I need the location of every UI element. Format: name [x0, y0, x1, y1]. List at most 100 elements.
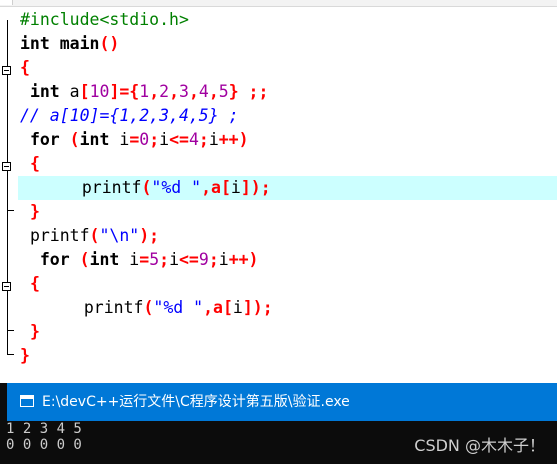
code-token: i — [230, 178, 241, 197]
code-token: a — [59, 82, 80, 101]
code-token: 3 — [179, 82, 189, 101]
code-line-9[interactable]: } — [20, 200, 40, 224]
code-token: int — [89, 250, 120, 269]
code-token: = — [139, 250, 150, 269]
code-line-3[interactable]: { — [20, 56, 30, 80]
code-token: i — [208, 130, 219, 149]
watermark: CSDN @木木子！ — [414, 436, 545, 455]
code-token: #include<stdio.h> — [20, 10, 189, 29]
code-token: ); — [139, 226, 160, 245]
code-token: () — [99, 34, 120, 53]
code-token: int — [79, 130, 110, 149]
code-token: ( — [89, 226, 100, 245]
code-token: ( — [143, 298, 154, 317]
code-editor[interactable]: #include<stdio.h> int main() { int a[10]… — [0, 0, 557, 383]
code-token: } — [20, 346, 30, 365]
code-token: ( — [141, 178, 152, 197]
code-token: printf — [83, 298, 144, 317]
console-output: 1 2 3 4 5 0 0 0 0 0 — [6, 421, 82, 453]
code-token: 4 — [198, 82, 209, 101]
code-token: , — [169, 82, 179, 101]
code-token: for — [39, 250, 70, 269]
code-line-7[interactable]: { — [20, 152, 40, 176]
code-token: ]); — [240, 178, 271, 197]
code-line-13[interactable]: printf("%d ",a[i]); — [20, 296, 273, 320]
code-token: ] — [109, 82, 120, 101]
code-token: i — [119, 250, 140, 269]
fold-gutter — [0, 6, 14, 383]
code-line-2[interactable]: int main() — [20, 32, 119, 56]
code-token: i — [169, 250, 179, 269]
code-token: { — [29, 154, 40, 173]
code-token: ; — [149, 130, 160, 149]
code-token: ; — [198, 130, 209, 149]
code-line-4[interactable]: int a[10]={1,2,3,4,5} ;; — [20, 80, 269, 104]
code-token: 4 — [188, 130, 199, 149]
code-token: ( — [69, 250, 90, 269]
code-token: i — [218, 250, 229, 269]
code-token: 5 — [218, 82, 229, 101]
console-output-line-1: 1 2 3 4 5 — [6, 421, 82, 437]
console-window[interactable]: E:\devC++运行文件\C程序设计第五版\验证.exe 1 2 3 4 5 … — [0, 383, 557, 464]
code-token: } ;; — [228, 82, 269, 101]
fold-end-tick — [7, 210, 14, 211]
code-token: [ — [222, 298, 233, 317]
code-token: "%d " — [151, 178, 202, 197]
console-title-text: E:\devC++运行文件\C程序设计第五版\验证.exe — [42, 394, 350, 410]
code-token: 1 — [139, 82, 150, 101]
code-token: <= — [169, 130, 189, 149]
code-token: int — [20, 34, 50, 53]
code-token: "%d " — [153, 298, 204, 317]
code-line-14[interactable]: } — [20, 320, 40, 344]
code-token: ]); — [242, 298, 273, 317]
code-comment: // a[10]={1,2,3,4,5} ; — [20, 106, 239, 125]
code-token: 10 — [89, 82, 110, 101]
console-window-icon — [20, 395, 34, 407]
code-line-10[interactable]: printf("\n"); — [20, 224, 159, 248]
code-token: } — [29, 322, 40, 341]
code-token: int — [29, 82, 60, 101]
code-token: [ — [220, 178, 231, 197]
code-token: ( — [59, 130, 80, 149]
code-token: main — [49, 34, 100, 53]
fold-end-tick — [7, 330, 14, 331]
code-token: ={ — [119, 82, 140, 101]
code-token: for — [29, 130, 60, 149]
code-line-5[interactable]: // a[10]={1,2,3,4,5} ; — [20, 104, 239, 128]
code-token: [ — [79, 82, 90, 101]
fold-end-tick — [7, 354, 14, 355]
code-token: ; — [159, 250, 170, 269]
console-output-line-2: 0 0 0 0 0 — [6, 437, 82, 453]
code-token: 9 — [198, 250, 209, 269]
code-token: 5 — [149, 250, 160, 269]
code-token: i — [159, 130, 170, 149]
code-token: ++) — [218, 130, 249, 149]
code-token: printf — [29, 226, 90, 245]
code-line-6[interactable]: for (int i=0;i<=4;i++) — [20, 128, 249, 152]
code-token: } — [29, 202, 40, 221]
code-token: i — [232, 298, 243, 317]
code-token: i — [109, 130, 130, 149]
code-token: "\n" — [99, 226, 140, 245]
code-token: ++) — [228, 250, 259, 269]
code-line-11[interactable]: for (int i=5;i<=9;i++) — [20, 248, 259, 272]
console-title-bar[interactable]: E:\devC++运行文件\C程序设计第五版\验证.exe — [7, 383, 557, 421]
code-line-1[interactable]: #include<stdio.h> — [20, 8, 189, 32]
editor-tab[interactable] — [0, 0, 13, 5]
code-token: <= — [179, 250, 199, 269]
editor-tab-strip — [0, 0, 557, 7]
code-token: ,a — [203, 298, 223, 317]
code-token: ,a — [201, 178, 221, 197]
fold-collapse-for2-icon[interactable] — [2, 282, 11, 291]
code-line-15[interactable]: } — [20, 344, 30, 368]
code-token: = — [129, 130, 140, 149]
code-line-12[interactable]: { — [20, 272, 40, 296]
code-line-8-current[interactable]: printf("%d ",a[i]); — [18, 176, 557, 200]
code-token: ; — [208, 250, 219, 269]
fold-collapse-main-icon[interactable] — [2, 66, 11, 75]
code-token: { — [29, 274, 40, 293]
code-token: , — [188, 82, 199, 101]
fold-collapse-for1-icon[interactable] — [2, 162, 11, 171]
code-token: , — [208, 82, 219, 101]
code-token: 0 — [139, 130, 150, 149]
